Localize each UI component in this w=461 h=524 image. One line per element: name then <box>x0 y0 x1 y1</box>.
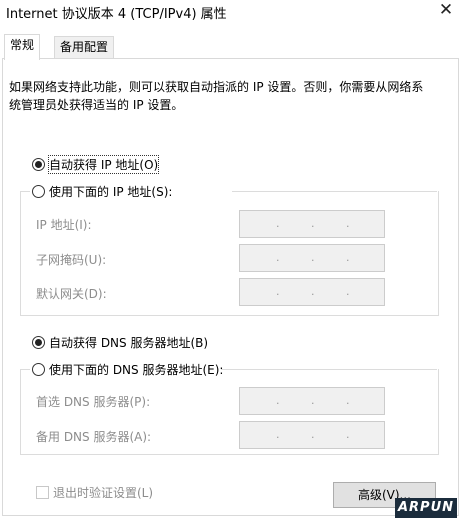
preferred-dns-field[interactable]: ... <box>239 387 385 415</box>
auto-ip-radio[interactable]: 自动获得 IP 地址(O) <box>32 155 160 174</box>
description-text: 如果网络支持此功能，则可以获取自动指派的 IP 设置。否则，你需要从网络系统管理… <box>9 80 424 112</box>
manual-ip-radio[interactable]: 使用下面的 IP 地址(S): <box>32 183 172 200</box>
tab-alternate-config[interactable]: 备用配置 <box>54 36 115 59</box>
auto-ip-label: 自动获得 IP 地址(O) <box>47 155 160 174</box>
window-title: Internet 协议版本 4 (TCP/IPv4) 属性 <box>6 7 227 22</box>
auto-dns-label: 自动获得 DNS 服务器地址(B) <box>49 336 209 350</box>
manual-ip-label: 使用下面的 IP 地址(S): <box>49 185 173 199</box>
manual-dns-radio-dot[interactable] <box>32 363 45 376</box>
default-gateway-label: 默认网关(D): <box>36 287 107 301</box>
tab-general[interactable]: 常规 <box>4 34 41 60</box>
ip-address-label: IP 地址(I): <box>36 218 92 232</box>
validate-on-exit-label: 退出时验证设置(L) <box>53 486 154 500</box>
alternate-dns-field[interactable]: ... <box>239 421 385 449</box>
close-icon[interactable]: ✕ <box>437 0 455 20</box>
subnet-mask-field[interactable]: ... <box>239 244 385 272</box>
auto-dns-radio-dot[interactable] <box>32 336 45 349</box>
ip-address-field[interactable]: ... <box>239 210 385 238</box>
manual-ip-radio-dot[interactable] <box>32 185 45 198</box>
validate-on-exit-box[interactable] <box>36 486 49 499</box>
watermark-logo: ARPUN <box>395 498 457 518</box>
manual-dns-label: 使用下面的 DNS 服务器地址(E): <box>49 363 224 377</box>
auto-ip-radio-dot[interactable] <box>32 158 45 171</box>
auto-dns-radio[interactable]: 自动获得 DNS 服务器地址(B) <box>32 334 208 351</box>
alternate-dns-label: 备用 DNS 服务器(A): <box>36 430 152 444</box>
manual-dns-radio[interactable]: 使用下面的 DNS 服务器地址(E): <box>32 361 223 378</box>
validate-on-exit-checkbox[interactable]: 退出时验证设置(L) <box>36 484 153 501</box>
general-panel: 如果网络支持此功能，则可以获取自动指派的 IP 设置。否则，你需要从网络系统管理… <box>2 58 459 516</box>
subnet-mask-label: 子网掩码(U): <box>36 253 107 267</box>
preferred-dns-label: 首选 DNS 服务器(P): <box>36 395 151 409</box>
default-gateway-field[interactable]: ... <box>239 278 385 306</box>
